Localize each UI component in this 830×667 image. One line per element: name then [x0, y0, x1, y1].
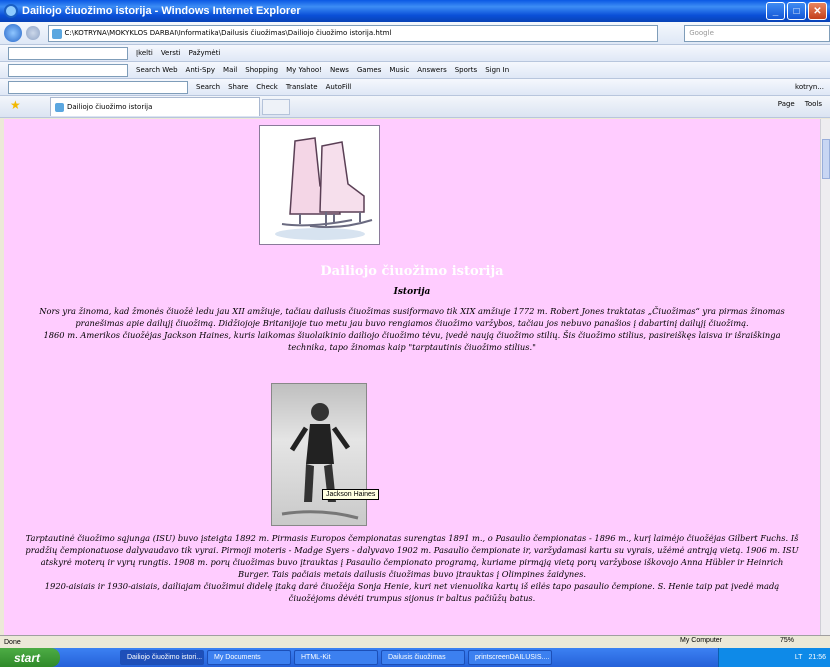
taskbar-item[interactable]: printscreenDAILUSIS.... — [468, 650, 552, 665]
status-bar: Done My Computer 75% — [0, 635, 830, 648]
ie-logo-icon — [4, 4, 18, 18]
paragraph-text: 1860 m. Amerikos čiuožėjas Jackson Haine… — [43, 330, 781, 352]
toolbar-item[interactable]: Check — [256, 83, 278, 91]
toolbar-item[interactable]: Sign In — [485, 66, 509, 74]
system-tray: LT 21:56 — [718, 648, 830, 667]
toolbar-item[interactable]: Music — [389, 66, 409, 74]
taskbar: start Dailiojo čiuožimo istori... My Doc… — [0, 648, 830, 667]
toolbar-account[interactable]: kotryn... — [795, 83, 824, 91]
tab-bar: ★ Dailiojo čiuožimo istorija Page Tools — [0, 96, 830, 118]
skates-image — [259, 125, 380, 245]
window-title: Dailiojo čiuožimo istorija - Windows Int… — [22, 5, 301, 17]
toolbar-google: Search Share Check Translate AutoFill ko… — [0, 79, 830, 96]
toolbar-input[interactable] — [8, 46, 128, 60]
security-zone: My Computer — [680, 637, 723, 644]
taskbar-item[interactable]: HTML-Kit — [294, 650, 378, 665]
taskbar-item[interactable]: Dailusis čiuožimas — [381, 650, 465, 665]
toolbar-item[interactable]: Answers — [417, 66, 446, 74]
page-subheading: Istorija — [393, 287, 431, 297]
paragraph-text: Nors yra žinoma, kad žmonės čiuožė ledu … — [39, 306, 785, 328]
tools-menu[interactable]: Tools — [805, 100, 822, 108]
zoom-level[interactable]: 75% — [780, 637, 794, 644]
maximize-icon[interactable]: □ — [787, 2, 806, 20]
page-heading: Dailiojo čiuožimo istorija — [320, 264, 504, 279]
command-bar: Page Tools — [778, 100, 822, 108]
window-titlebar[interactable]: Dailiojo čiuožimo istorija - Windows Int… — [0, 0, 830, 22]
new-tab-button[interactable] — [262, 98, 290, 115]
address-bar-row: C:\KOTRYNA\MOKYKLOS DARBAI\Informatika\D… — [0, 22, 830, 45]
toolbar-item[interactable]: Translate — [286, 83, 318, 91]
paragraph-history: Tarptautinė čiuožimo sąjunga (ISU) buvo … — [24, 532, 800, 604]
toolbar-item[interactable]: Search — [196, 83, 220, 91]
toolbar-item[interactable]: Share — [228, 83, 248, 91]
toolbar-item[interactable]: Games — [357, 66, 382, 74]
clock: 21:56 — [808, 654, 826, 661]
taskbar-item[interactable]: My Documents — [207, 650, 291, 665]
vertical-scrollbar[interactable] — [820, 119, 830, 635]
paragraph-intro: Nors yra žinoma, kad žmonės čiuožė ledu … — [24, 305, 800, 353]
toolbar-item[interactable]: Search Web — [136, 66, 178, 74]
paragraph-text: 1920-aisiais ir 1930-aisiais, dailiajam … — [44, 581, 780, 603]
forward-button[interactable] — [25, 26, 40, 40]
status-text: Done — [4, 638, 21, 646]
jackson-haines-photo — [271, 383, 367, 526]
address-input[interactable]: C:\KOTRYNA\MOKYKLOS DARBAI\Informatika\D… — [47, 24, 659, 42]
language-indicator[interactable]: LT — [795, 654, 803, 661]
search-input[interactable]: Google — [684, 24, 830, 42]
toolbar-item[interactable]: Pažymėti — [189, 49, 221, 57]
start-button[interactable]: start — [0, 648, 60, 667]
back-button[interactable] — [4, 24, 22, 42]
toolbar-item[interactable]: My Yahoo! — [286, 66, 322, 74]
scrollbar-thumb[interactable] — [822, 139, 830, 179]
page-content: Dailiojo čiuožimo istorija Istorija Nors… — [4, 119, 820, 635]
toolbar-item[interactable]: Versti — [161, 49, 181, 57]
close-icon[interactable]: ✕ — [808, 2, 827, 20]
google-search-input[interactable] — [8, 80, 188, 94]
taskbar-item[interactable]: Dailiojo čiuožimo istori... — [120, 650, 204, 665]
yahoo-search-input[interactable] — [8, 63, 128, 77]
window-controls: _ □ ✕ — [766, 2, 827, 20]
toolbar-item[interactable]: Mail — [223, 66, 237, 74]
minimize-icon[interactable]: _ — [766, 2, 785, 20]
page-menu[interactable]: Page — [778, 100, 795, 108]
photo-tooltip: Jackson Haines — [322, 489, 380, 500]
toolbar-item[interactable]: Sports — [455, 66, 477, 74]
toolbar-item[interactable]: Įkelti — [136, 49, 153, 57]
toolbar-item[interactable]: Shopping — [245, 66, 278, 74]
toolbar-item[interactable]: Anti-Spy — [186, 66, 215, 74]
favorites-star-icon[interactable]: ★ — [10, 98, 21, 112]
toolbar-item[interactable]: News — [330, 66, 349, 74]
toolbar-translate: Įkelti Versti Pažymėti — [0, 45, 830, 62]
toolbar-item[interactable]: AutoFill — [326, 83, 352, 91]
paragraph-text: Tarptautinė čiuožimo sąjunga (ISU) buvo … — [25, 533, 799, 579]
toolbar-yahoo: Search Web Anti-Spy Mail Shopping My Yah… — [0, 62, 830, 79]
tab-active[interactable]: Dailiojo čiuožimo istorija — [50, 97, 260, 116]
